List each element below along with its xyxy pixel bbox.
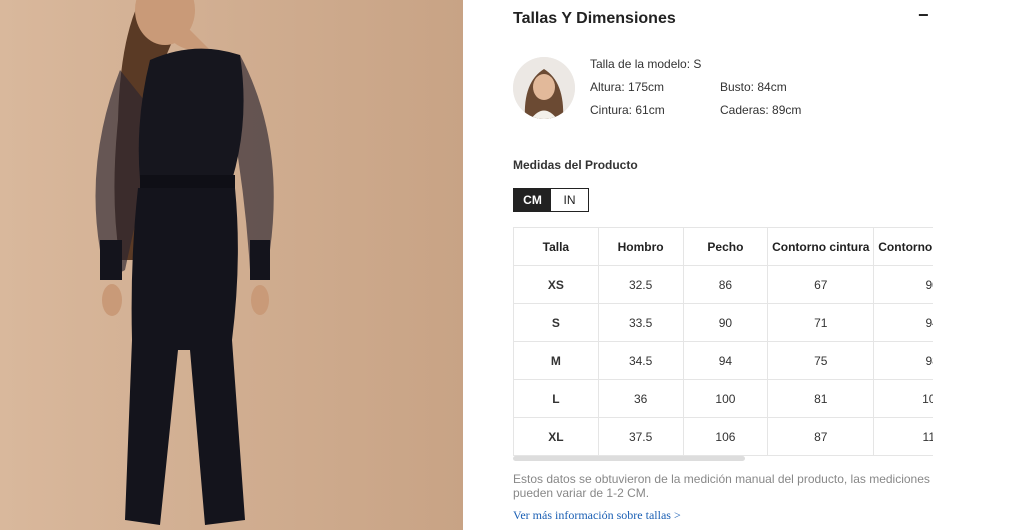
table-cell: XL xyxy=(513,417,599,456)
column-header: Hombro xyxy=(597,227,684,266)
minus-icon[interactable]: − xyxy=(918,5,929,26)
column-header: Pecho xyxy=(682,227,769,266)
table-cell: 67 xyxy=(767,265,875,304)
table-cell: 90 xyxy=(682,303,769,342)
column-header: Contorno cintura xyxy=(767,227,875,266)
table-cell: 36 xyxy=(597,379,684,418)
model-avatar xyxy=(513,57,575,119)
table-cell: 86 xyxy=(682,265,769,304)
table-cell: 87 xyxy=(767,417,875,456)
section-title: Tallas Y Dimensiones xyxy=(513,10,676,27)
table-cell: 71 xyxy=(767,303,875,342)
table-cell: 94 xyxy=(873,303,933,342)
unit-in-button[interactable]: IN xyxy=(551,189,588,211)
model-waist: Cintura: 61cm xyxy=(590,103,665,117)
table-cell: 33.5 xyxy=(597,303,684,342)
size-table: Talla Hombro Pecho Contorno cintura Cont… xyxy=(513,227,933,456)
table-cell: 32.5 xyxy=(597,265,684,304)
column-header: Contorno xyxy=(873,227,933,266)
table-cell: 104 xyxy=(873,379,933,418)
model-hips: Caderas: 89cm xyxy=(720,103,802,117)
table-cell: 106 xyxy=(682,417,769,456)
table-cell: S xyxy=(513,303,599,342)
product-measurements-title: Medidas del Producto xyxy=(513,158,638,172)
table-row: XL 37.5 106 87 110 xyxy=(513,417,933,456)
measurement-note: Estos datos se obtuvieron de la medición… xyxy=(513,472,930,500)
unit-cm-button[interactable]: CM xyxy=(514,189,551,211)
model-height: Altura: 175cm xyxy=(590,80,665,94)
table-cell: M xyxy=(513,341,599,380)
table-cell: 110 xyxy=(873,417,933,456)
table-cell: 37.5 xyxy=(597,417,684,456)
table-row: L 36 100 81 104 xyxy=(513,379,933,418)
table-cell: 34.5 xyxy=(597,341,684,380)
more-size-info-link[interactable]: Ver más información sobre tallas > xyxy=(513,508,681,523)
model-bust: Busto: 84cm xyxy=(720,80,787,94)
product-photo xyxy=(0,0,463,530)
table-scrollbar[interactable] xyxy=(513,456,745,461)
table-cell: 98 xyxy=(873,341,933,380)
size-panel: Tallas Y Dimensiones − Talla de la model… xyxy=(513,0,933,530)
table-header-row: Talla Hombro Pecho Contorno cintura Cont… xyxy=(513,227,933,266)
size-table-scroll[interactable]: Talla Hombro Pecho Contorno cintura Cont… xyxy=(513,227,933,456)
table-row: XS 32.5 86 67 90 xyxy=(513,265,933,304)
table-cell: 100 xyxy=(682,379,769,418)
table-cell: 81 xyxy=(767,379,875,418)
table-cell: 90 xyxy=(873,265,933,304)
table-cell: XS xyxy=(513,265,599,304)
table-cell: 75 xyxy=(767,341,875,380)
model-size: Talla de la modelo: S xyxy=(590,57,702,71)
table-row: S 33.5 90 71 94 xyxy=(513,303,933,342)
column-header: Talla xyxy=(513,227,599,266)
table-row: M 34.5 94 75 98 xyxy=(513,341,933,380)
table-cell: L xyxy=(513,379,599,418)
unit-toggle: CM IN xyxy=(513,188,589,212)
table-cell: 94 xyxy=(682,341,769,380)
